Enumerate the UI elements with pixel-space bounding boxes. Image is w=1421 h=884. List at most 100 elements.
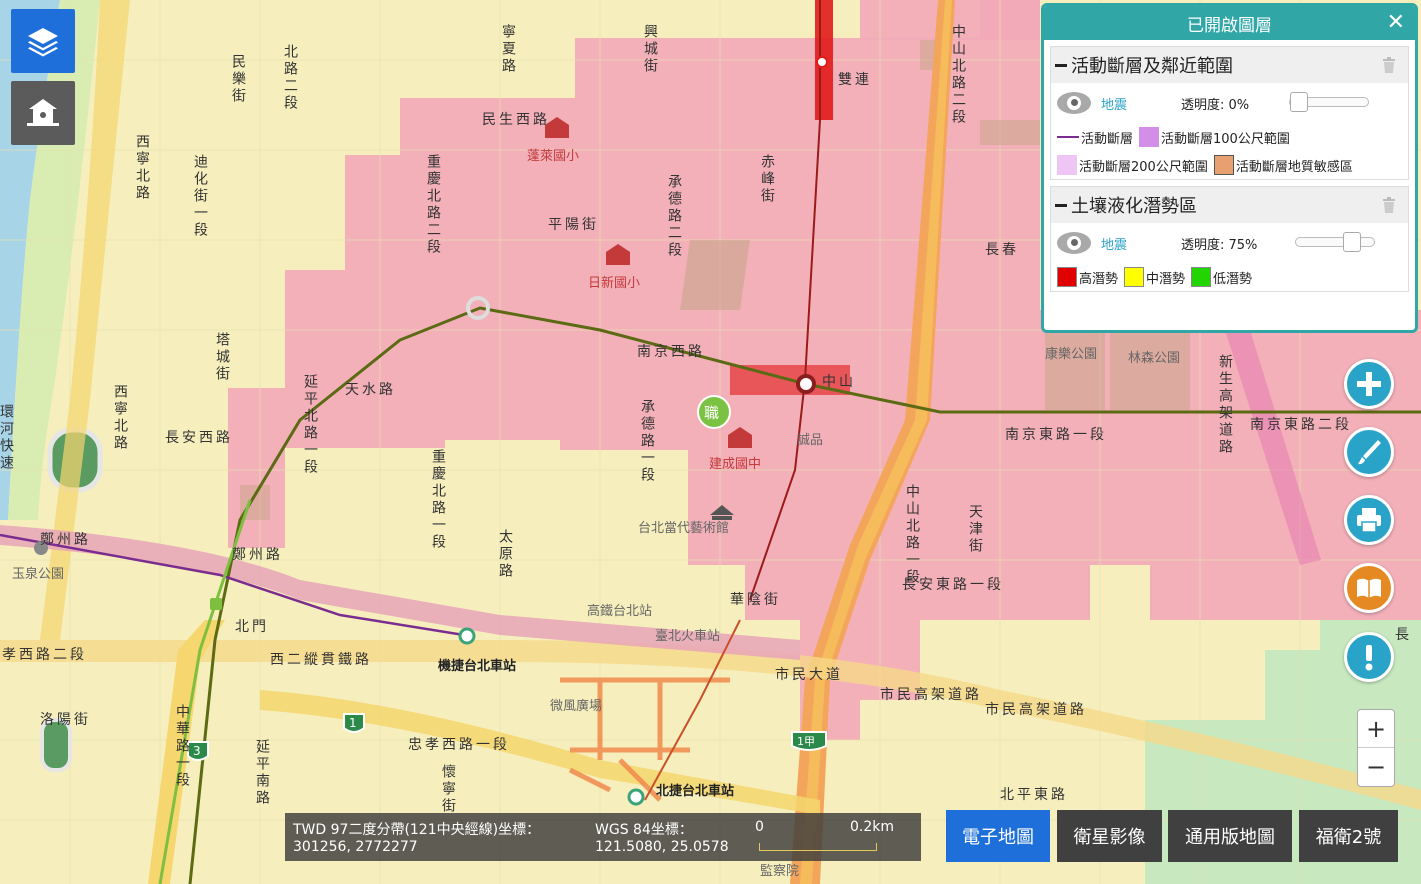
poi-label: 林森公園	[1128, 351, 1180, 366]
layer-panel-title: 已開啟圖層	[1187, 15, 1272, 36]
street-label: 寧夏路	[500, 23, 516, 75]
opacity-label: 透明度: 0%	[1181, 97, 1250, 113]
poi-label: 日新國小	[588, 275, 640, 291]
highway-shield: 1甲	[797, 735, 815, 748]
legend-label: 活動斷層100公尺範圍	[1161, 131, 1290, 147]
street-label: 平陽街	[548, 217, 599, 233]
basemap-general-button[interactable]: 通用版地圖	[1168, 810, 1292, 862]
zoom-out-button[interactable]: −	[1358, 748, 1394, 786]
layer-title[interactable]: 活動斷層及鄰近範圍	[1051, 47, 1408, 83]
info-button[interactable]	[1344, 632, 1394, 682]
street-label: 天水路	[345, 382, 396, 398]
street-label: 延平北路一段	[302, 374, 318, 476]
street-label: 太原路	[497, 529, 513, 580]
street-label: 北平東路	[1000, 787, 1068, 803]
trash-icon[interactable]	[1382, 197, 1396, 213]
jobs-marker[interactable]: 職	[704, 404, 719, 422]
book-button[interactable]	[1344, 563, 1394, 613]
street-label: 西二縱貫鐵路	[270, 651, 372, 668]
street-label: 長安東路一段	[902, 577, 1004, 593]
street-label: 懷寧街	[440, 764, 456, 815]
legend-item: 活動斷層100公尺範圍	[1139, 127, 1290, 147]
plus-icon	[1357, 372, 1381, 396]
layer-block-liquefaction: 土壤液化潛勢區 地震 透明度: 75% 高潛勢 中潛勢 低潛勢	[1050, 186, 1409, 292]
legend-label: 活動斷層	[1081, 131, 1134, 147]
legend-label: 低潛勢	[1213, 271, 1253, 287]
street-label: 鄭州路	[40, 532, 91, 548]
street-label: 興城街	[642, 24, 658, 75]
slider-thumb[interactable]	[1342, 232, 1361, 252]
street-label: 中華路一段	[174, 704, 190, 789]
twd-value: 301256, 2772277	[293, 839, 418, 855]
layer-controls: 地震 透明度: 0%	[1051, 83, 1408, 123]
layer-block-fault: 活動斷層及鄰近範圍 地震 透明度: 0% 活動斷層 活動斷層100公尺範圍 活動…	[1050, 46, 1409, 180]
street-label: 長春	[985, 242, 1019, 258]
street-label: 市民高架道路	[880, 686, 982, 703]
school-button[interactable]	[11, 81, 75, 145]
legend-swatch	[1057, 267, 1077, 287]
close-icon[interactable]: ✕	[1387, 10, 1405, 35]
layers-button[interactable]	[11, 9, 75, 73]
printer-icon	[1357, 508, 1381, 533]
street-label: 忠孝西路一段	[408, 737, 510, 753]
legend-label: 活動斷層200公尺範圍	[1079, 159, 1208, 175]
basemap-formosat-button[interactable]: 福衛2號	[1299, 810, 1398, 862]
street-label: 重慶北路二段	[425, 154, 441, 256]
layer-title[interactable]: 土壤液化潛勢區	[1051, 187, 1408, 223]
poi-label: 臺北火車站	[655, 629, 720, 644]
layer-category-link[interactable]: 地震	[1101, 234, 1181, 253]
street-label: 孝西路二段	[2, 647, 87, 663]
legend-swatch	[1139, 127, 1160, 147]
street-label: 赤峰街	[759, 154, 775, 205]
poi-label: 監察院	[760, 863, 799, 879]
highway-shield: 1	[349, 716, 357, 730]
eye-icon[interactable]	[1057, 92, 1091, 114]
street-label: 北路二段	[282, 44, 298, 112]
opacity-label: 透明度: 75%	[1181, 237, 1258, 253]
legend: 活動斷層 活動斷層100公尺範圍 活動斷層200公尺範圍 活動斷層地質敏感區	[1051, 123, 1408, 179]
trash-icon[interactable]	[1382, 57, 1396, 73]
street-label: 塔城街	[214, 332, 230, 383]
collapse-icon[interactable]	[1055, 203, 1067, 207]
street-label: 天津街	[967, 504, 983, 555]
opacity-slider[interactable]	[1295, 232, 1375, 252]
poi-label: 高鐵台北站	[587, 603, 652, 619]
legend-swatch	[1213, 155, 1234, 175]
legend-label: 活動斷層地質敏感區	[1235, 159, 1353, 175]
street-label: 北門	[235, 619, 269, 635]
street-label: 華陰街	[730, 592, 781, 608]
street-label: 環河快速	[0, 404, 14, 472]
poi-label: 蓬萊國小	[527, 149, 579, 164]
basemap-satellite-button[interactable]: 衛星影像	[1057, 810, 1162, 862]
fault-line-swatch	[1057, 136, 1079, 138]
layer-category-link[interactable]: 地震	[1101, 94, 1181, 113]
book-icon	[1357, 578, 1381, 598]
street-label: 民生西路	[482, 112, 550, 128]
street-label: 長安西路	[165, 430, 233, 446]
opacity-slider[interactable]	[1289, 92, 1369, 112]
street-label: 雙連	[838, 72, 872, 88]
street-label: 市民大道	[775, 666, 843, 683]
scale-bar	[759, 843, 877, 851]
street-label: 西寧北路	[134, 134, 150, 202]
coordinate-bar: TWD 97二度分帶(121中央經線)坐標： 301256, 2772277 W…	[285, 813, 921, 861]
street-label: 迪化街一段	[192, 154, 208, 239]
zoom-in-button[interactable]: +	[1358, 710, 1394, 748]
station-label: 機捷台北車站	[438, 658, 516, 674]
draw-button[interactable]	[1344, 427, 1394, 477]
highway-shield: 3	[193, 744, 201, 758]
collapse-icon[interactable]	[1055, 63, 1067, 67]
add-button[interactable]	[1344, 359, 1394, 409]
legend-item: 高潛勢	[1057, 267, 1118, 287]
print-button[interactable]	[1344, 495, 1394, 545]
legend-swatch	[1191, 267, 1212, 287]
layer-panel: 已開啟圖層 ✕ 活動斷層及鄰近範圍 地震 透明度: 0% 活動斷層 活動斷層10…	[1041, 3, 1418, 333]
basemap-electronic-button[interactable]: 電子地圖	[946, 810, 1050, 862]
legend-item: 低潛勢	[1191, 267, 1252, 287]
eye-icon[interactable]	[1057, 232, 1091, 254]
legend-item: 活動斷層	[1057, 127, 1133, 147]
poi-label: 玉泉公園	[12, 566, 64, 582]
legend-swatch	[1124, 267, 1145, 287]
slider-thumb[interactable]	[1290, 92, 1308, 112]
street-label: 南京東路二段	[1250, 417, 1352, 433]
